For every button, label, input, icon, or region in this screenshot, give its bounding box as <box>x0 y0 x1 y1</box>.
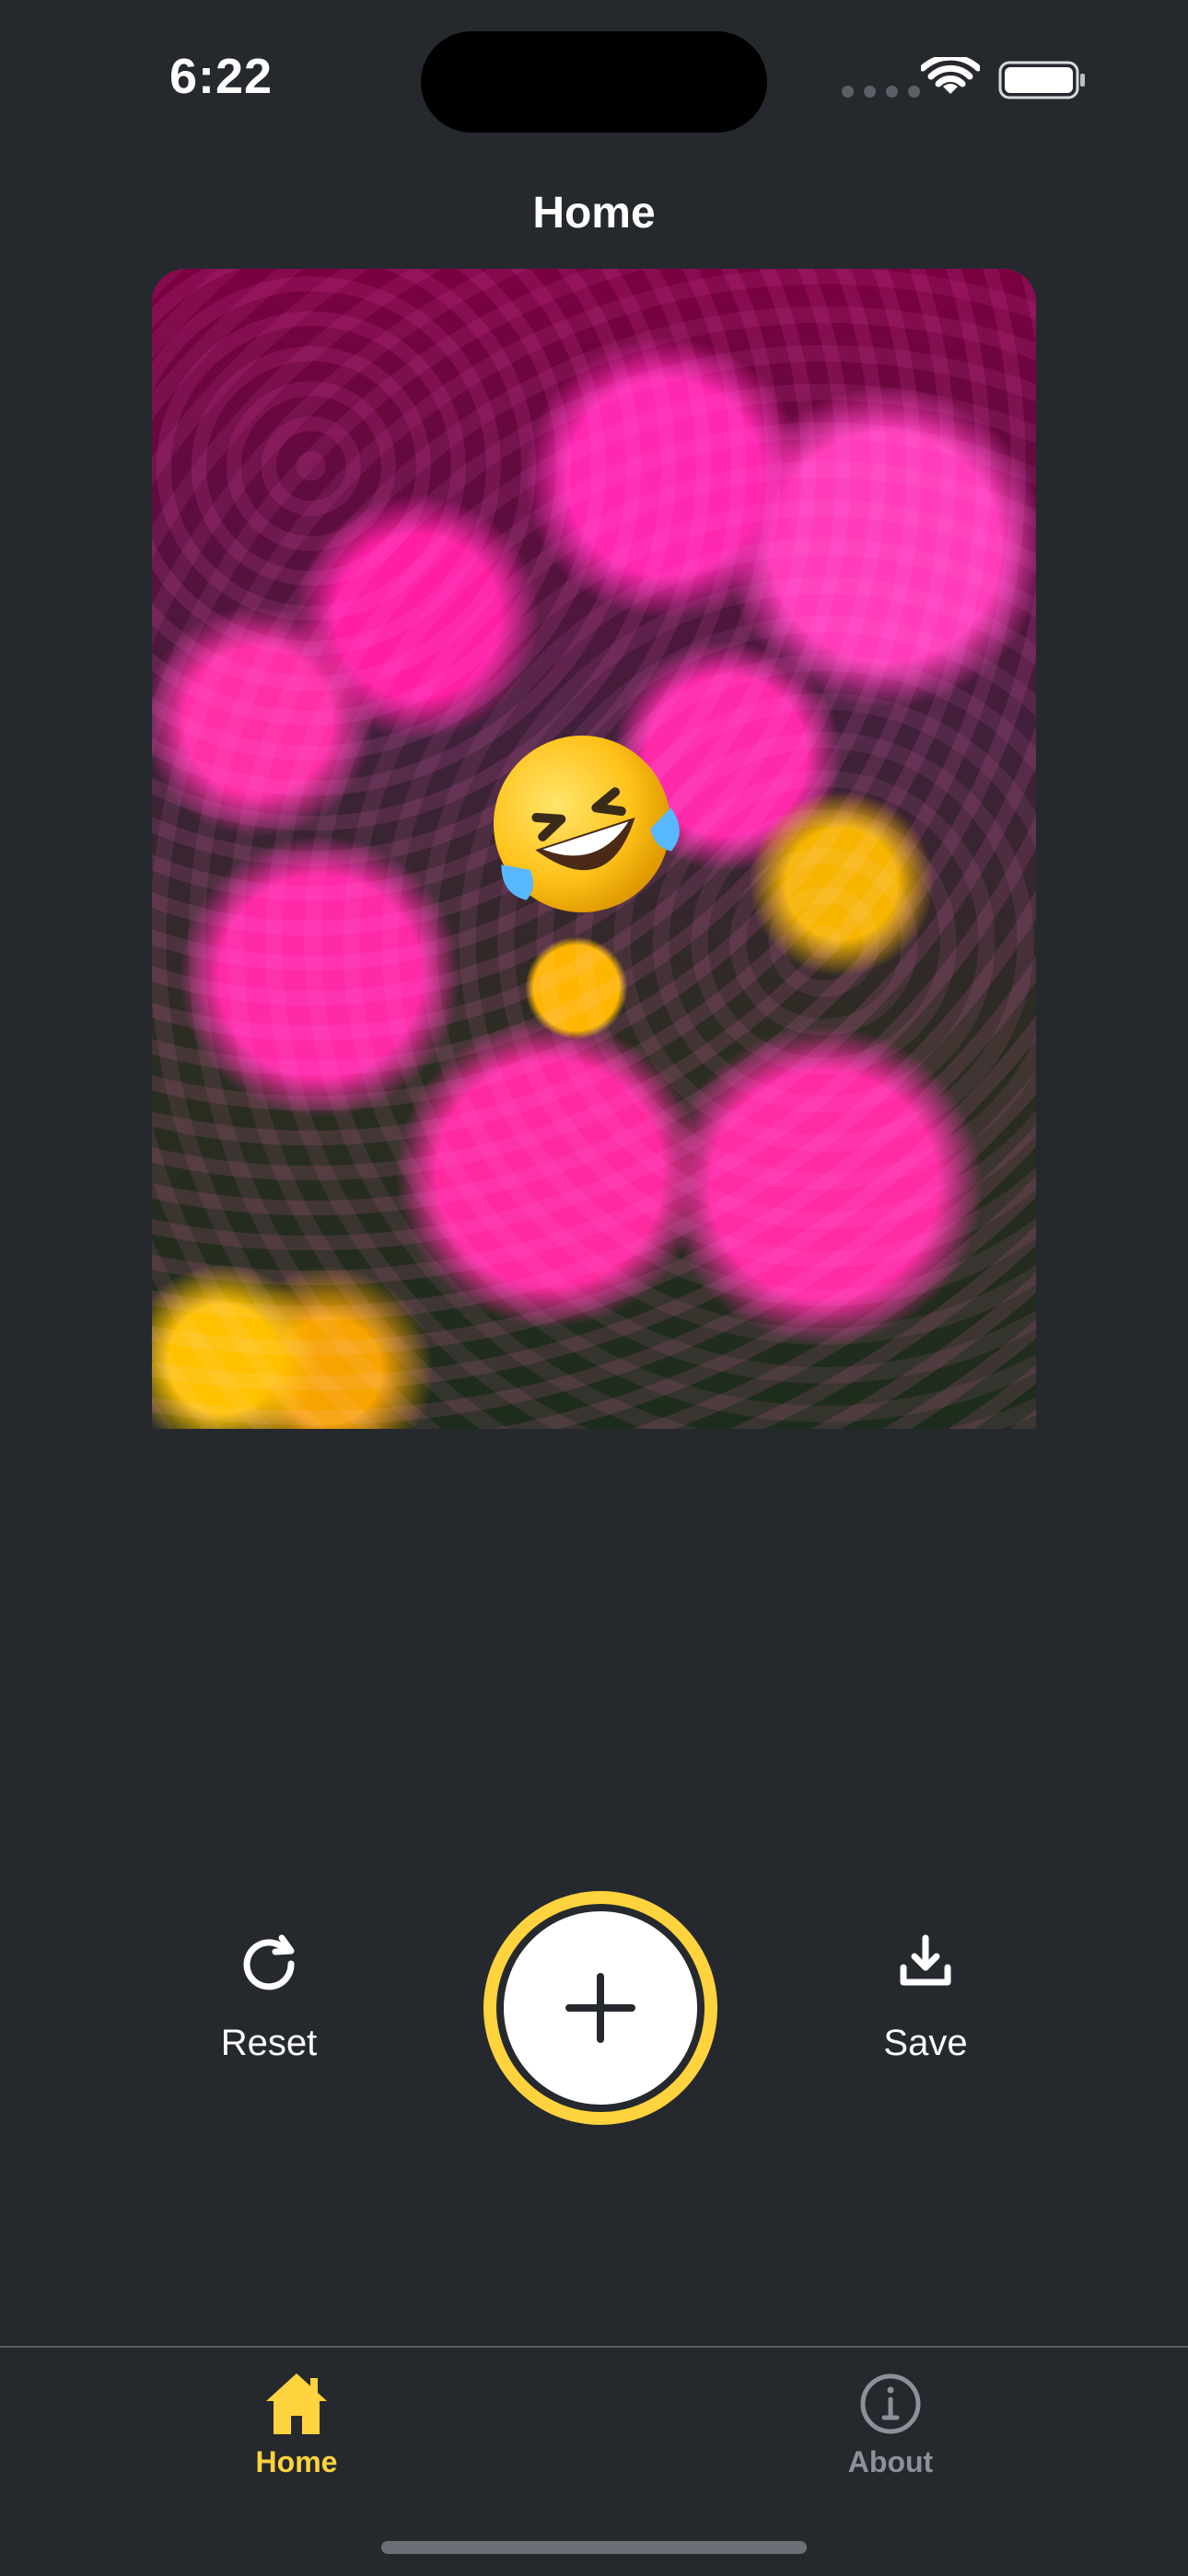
cellular-signal-icon <box>842 86 920 98</box>
tab-about[interactable]: About <box>785 2364 996 2479</box>
reset-label: Reset <box>220 2023 318 2063</box>
wifi-icon <box>921 57 980 94</box>
tab-home-label: Home <box>255 2445 338 2478</box>
download-icon <box>900 1934 951 1986</box>
save-label: Save <box>883 2023 968 2063</box>
info-icon <box>860 2373 921 2434</box>
status-time: 6:22 <box>169 49 274 104</box>
page-title: Home <box>532 189 656 238</box>
tab-home[interactable]: Home <box>191 2364 402 2479</box>
plus-icon <box>565 1973 635 2043</box>
save-button[interactable]: Save <box>824 1929 1027 2064</box>
add-button[interactable] <box>483 1891 717 2125</box>
photo-canvas[interactable] <box>152 269 1036 1429</box>
battery-icon <box>998 61 1085 99</box>
dynamic-island <box>421 31 767 133</box>
add-button-inner[interactable] <box>496 1904 705 2112</box>
home-icon <box>266 2373 327 2434</box>
refresh-icon <box>243 1934 295 1990</box>
tab-about-label: About <box>847 2445 934 2478</box>
emoji-sticker[interactable] <box>476 718 688 930</box>
home-indicator <box>381 2541 807 2554</box>
reset-button[interactable]: Reset <box>168 1929 370 2064</box>
